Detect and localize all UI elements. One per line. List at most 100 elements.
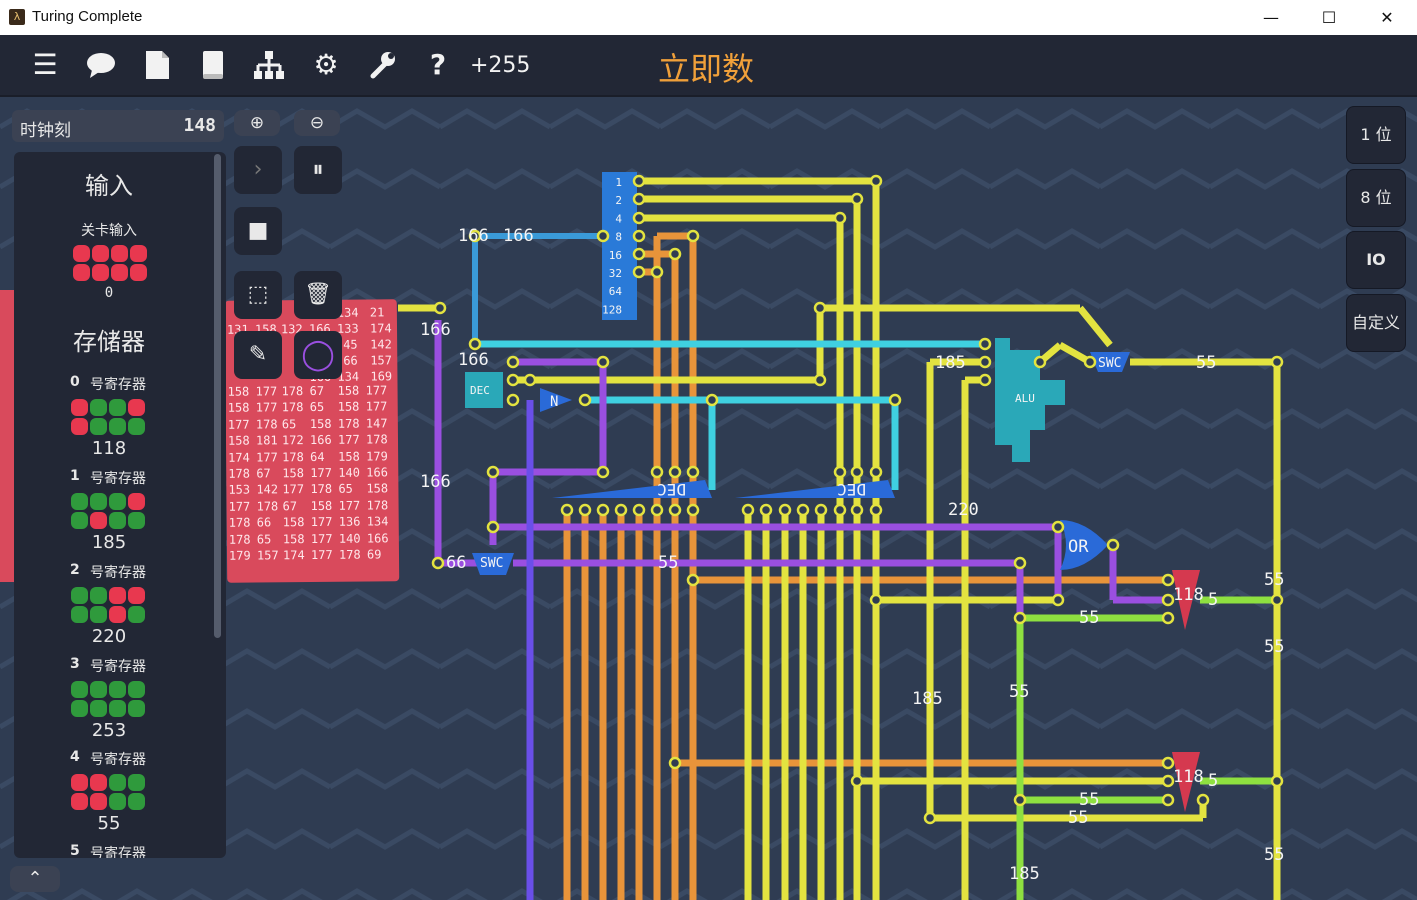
bit8-components-button[interactable]: 8 位 xyxy=(1346,169,1406,227)
wire-node[interactable] xyxy=(1161,593,1175,607)
wire-node[interactable] xyxy=(1270,355,1284,369)
input-bit[interactable] xyxy=(111,245,128,262)
io-components-button[interactable]: IO xyxy=(1346,231,1406,289)
wire-node[interactable] xyxy=(1161,756,1175,770)
wire-node[interactable] xyxy=(486,465,500,479)
wire-node[interactable] xyxy=(1083,355,1097,369)
pause-button[interactable]: ⏸ xyxy=(294,146,342,194)
wire-node[interactable] xyxy=(705,393,719,407)
stop-button[interactable]: ■ xyxy=(234,207,282,255)
wire-node[interactable] xyxy=(1270,774,1284,788)
wire-node[interactable] xyxy=(468,337,482,351)
wire-node[interactable] xyxy=(850,774,864,788)
wire-node[interactable] xyxy=(850,465,864,479)
wire-node[interactable] xyxy=(813,301,827,315)
wire-node[interactable] xyxy=(486,520,500,534)
step-button[interactable]: › xyxy=(234,146,282,194)
wire-node[interactable] xyxy=(506,355,520,369)
wire-node[interactable] xyxy=(668,756,682,770)
input-bit[interactable] xyxy=(130,245,147,262)
wire-node[interactable] xyxy=(596,465,610,479)
wire-node[interactable] xyxy=(431,556,445,570)
wire-node[interactable] xyxy=(506,393,520,407)
wire-node[interactable] xyxy=(1106,538,1120,552)
wire-node[interactable] xyxy=(632,503,646,517)
wire-node[interactable] xyxy=(506,373,520,387)
wire-node[interactable] xyxy=(614,503,628,517)
input-bit[interactable] xyxy=(73,245,90,262)
wire-node[interactable] xyxy=(632,192,646,206)
wire-node[interactable] xyxy=(923,811,937,825)
wire-node[interactable] xyxy=(869,593,883,607)
delete-tool-icon[interactable]: 🗑 xyxy=(294,271,342,319)
zoom-in-icon[interactable]: ⊕ xyxy=(234,110,280,136)
wire-node[interactable] xyxy=(632,211,646,225)
wire-node[interactable] xyxy=(888,393,902,407)
wire-node[interactable] xyxy=(632,265,646,279)
wire-node[interactable] xyxy=(632,229,646,243)
input-bit[interactable] xyxy=(73,264,90,281)
wire-node[interactable] xyxy=(1161,611,1175,625)
wire-node[interactable] xyxy=(632,174,646,188)
wire-node[interactable] xyxy=(1161,774,1175,788)
wire-node[interactable] xyxy=(632,247,646,261)
wire-node[interactable] xyxy=(813,373,827,387)
wire-node[interactable] xyxy=(869,503,883,517)
custom-components-button[interactable]: 自定义 xyxy=(1346,294,1406,352)
wire-node[interactable] xyxy=(433,301,447,315)
wire-node[interactable] xyxy=(1161,573,1175,587)
wire-node[interactable] xyxy=(1033,355,1047,369)
input-bit[interactable] xyxy=(130,264,147,281)
input-bit[interactable] xyxy=(92,245,109,262)
wire-node[interactable] xyxy=(778,503,792,517)
wire-node[interactable] xyxy=(814,503,828,517)
zoom-out-icon[interactable]: ⊖ xyxy=(294,110,340,136)
wire-node[interactable] xyxy=(596,503,610,517)
wire-node[interactable] xyxy=(596,229,610,243)
wire-node[interactable] xyxy=(1013,793,1027,807)
wire-node[interactable] xyxy=(978,373,992,387)
wire-node[interactable] xyxy=(560,503,574,517)
wire-node[interactable] xyxy=(650,465,664,479)
wire-node[interactable] xyxy=(869,465,883,479)
wire-node[interactable] xyxy=(850,192,864,206)
input-bit[interactable] xyxy=(92,264,109,281)
wire-node[interactable] xyxy=(650,265,664,279)
wire-node[interactable] xyxy=(796,503,810,517)
wire-node[interactable] xyxy=(741,503,755,517)
collapse-panel-button[interactable]: ⌃ xyxy=(10,866,60,892)
wire-node[interactable] xyxy=(1013,611,1027,625)
wire-node[interactable] xyxy=(596,355,610,369)
wire-node[interactable] xyxy=(978,355,992,369)
wire-node[interactable] xyxy=(1196,793,1210,807)
wire-node[interactable] xyxy=(668,465,682,479)
wire-node[interactable] xyxy=(578,393,592,407)
color-picker-icon[interactable]: ◯ xyxy=(294,331,342,379)
wire-node[interactable] xyxy=(668,247,682,261)
wire-node[interactable] xyxy=(650,503,664,517)
wire-node[interactable] xyxy=(833,465,847,479)
wire-node[interactable] xyxy=(850,503,864,517)
wire-node[interactable] xyxy=(833,503,847,517)
wire-node[interactable] xyxy=(523,373,537,387)
wire-node[interactable] xyxy=(578,503,592,517)
side-panel-scrollbar[interactable] xyxy=(214,154,221,638)
wire-node[interactable] xyxy=(759,503,773,517)
bit1-components-button[interactable]: 1 位 xyxy=(1346,106,1406,164)
wire-node[interactable] xyxy=(686,465,700,479)
wire-node[interactable] xyxy=(1013,556,1027,570)
wire-node[interactable] xyxy=(686,573,700,587)
wire-node[interactable] xyxy=(1270,593,1284,607)
select-tool-icon[interactable]: ⬚ xyxy=(234,271,282,319)
wire-node[interactable] xyxy=(668,503,682,517)
wire-node[interactable] xyxy=(686,503,700,517)
wire-node[interactable] xyxy=(686,229,700,243)
wire-node[interactable] xyxy=(833,211,847,225)
wire-node[interactable] xyxy=(1051,593,1065,607)
wire-node[interactable] xyxy=(869,174,883,188)
input-bit[interactable] xyxy=(111,264,128,281)
wire-node[interactable] xyxy=(1051,520,1065,534)
pencil-tool-icon[interactable]: ✎ xyxy=(234,331,282,379)
wire-node[interactable] xyxy=(978,337,992,351)
wire-node[interactable] xyxy=(1161,793,1175,807)
